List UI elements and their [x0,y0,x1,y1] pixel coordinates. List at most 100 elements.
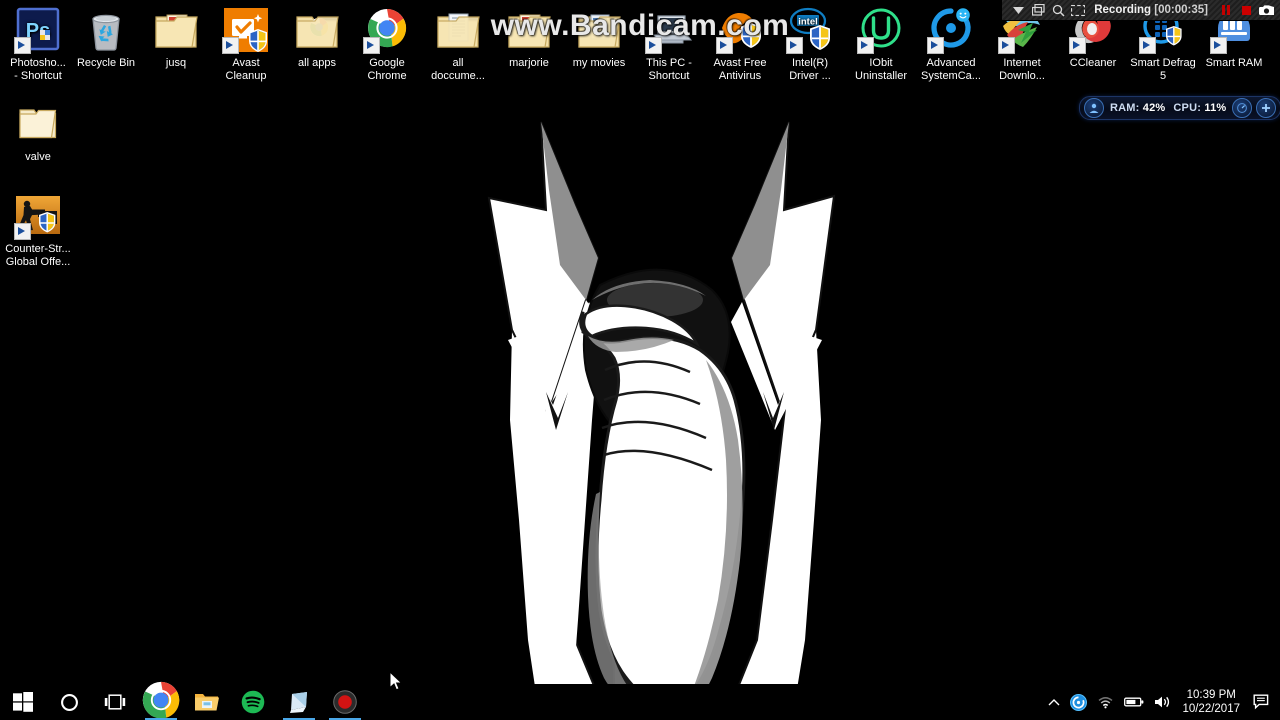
desktop-icon-photoshop-shortcut[interactable]: Ps Photosho... - Shortcut [0,6,76,83]
desktop-icon-recycle-bin[interactable]: Recycle Bin [68,6,144,70]
folder-chrome-icon [293,6,341,54]
clock-time: 10:39 PM [1186,689,1236,701]
recycle-bin-icon [82,6,130,54]
desktop-icon-label: all apps [298,57,336,69]
start-button[interactable] [0,684,46,720]
bandicam-status-text: Recording [00:00:35] [1094,4,1208,16]
chrome-icon [363,6,411,54]
desktop-icon-label: Recycle Bin [76,57,136,69]
desktop-icon-avast-free-antivirus[interactable]: Avast Free Antivirus [702,6,778,83]
cpu-label: CPU: [1173,102,1202,114]
clock-date: 10/22/2017 [1182,703,1240,715]
taskbar-spotify[interactable] [230,684,276,720]
desktop-icon-label: Advanced SystemCa... [921,57,981,82]
taskbar-pinned-items [0,681,368,720]
shortcut-arrow-icon [14,37,31,54]
csgo-icon [14,192,62,240]
folder-valve-icon [14,100,62,148]
svg-text:intel: intel [798,17,818,28]
desktop-icon-label: Photosho... - Shortcut [10,57,66,82]
shortcut-arrow-icon [1210,37,1227,54]
desktop-icon-label: Google Chrome [367,57,407,82]
taskbar-clock[interactable]: 10:39 PM 10/22/2017 [1176,688,1248,716]
taskbar-bandicam[interactable] [322,684,368,720]
cpu-usage-readout: CPU: 11% [1169,102,1230,114]
cortana-button[interactable] [46,684,92,720]
desktop-icon-label: This PC - Shortcut [646,57,692,82]
stop-button[interactable] [1236,1,1256,19]
desktop-icon-my-movies[interactable]: my movies [561,6,637,70]
wifi-icon[interactable] [1092,684,1119,720]
screen-region-icon[interactable] [1068,1,1088,19]
bandicam-recording-toolbar[interactable]: Recording [00:00:35] [1002,0,1280,21]
desktop-icon-iobit-uninstaller[interactable]: IObit Uninstaller [843,6,919,83]
shortcut-arrow-icon [786,37,803,54]
desktop-icon-label: my movies [572,57,626,69]
camera-icon[interactable] [1256,1,1276,19]
bandicam-timer: [00:00:35] [1154,4,1208,16]
desktop-icon-google-chrome[interactable]: Google Chrome [349,6,425,83]
shortcut-arrow-icon [1139,37,1156,54]
desktop-icon-label: Smart Defrag 5 [1130,57,1196,82]
shortcut-arrow-icon [222,37,239,54]
plus-icon[interactable] [1256,98,1277,118]
desktop-icon-avast-cleanup[interactable]: Avast Cleanup [208,6,284,83]
desktop-icon-label: all doccume... [431,57,485,82]
window-target-icon[interactable] [1028,1,1048,19]
speedometer-icon[interactable] [1232,98,1253,118]
tray-advanced-systemcare-icon[interactable] [1065,684,1092,720]
pause-button[interactable] [1216,1,1236,19]
cpu-value: 11% [1204,102,1227,114]
desktop-icon-label: Counter-Str... Global Offe... [5,243,71,268]
avast-cleanup-icon [222,6,270,54]
desktop-icon-label: CCleaner [1069,57,1117,69]
ram-usage-readout: RAM: 42% [1106,102,1169,114]
ram-label: RAM: [1110,102,1140,114]
photoshop-icon: Ps [14,6,62,54]
windows-taskbar: 10:39 PM 10/22/2017 [0,681,1280,720]
advanced-systemcare-icon [927,6,975,54]
tray-show-hidden-icons[interactable] [1043,684,1065,720]
shortcut-arrow-icon [363,37,380,54]
desktop-icon-label: marjorie [509,57,549,69]
desktop-icon-all-apps[interactable]: all apps [279,6,355,70]
taskbar-file-explorer[interactable] [184,684,230,720]
taskbar-chrome[interactable] [138,681,184,720]
action-center-icon[interactable] [1248,684,1276,720]
desktop-icon-label: Avast Free Antivirus [713,57,767,82]
desktop-icon-this-pc-shortcut[interactable]: This PC - Shortcut [631,6,707,83]
bandicam-status-label: Recording [1094,4,1152,16]
chevron-down-icon[interactable] [1008,1,1028,19]
search-icon[interactable] [1048,1,1068,19]
desktop-icon-all-documents[interactable]: all doccume... [420,6,496,83]
desktop-icon-jusq[interactable]: jusq [138,6,214,70]
shortcut-arrow-icon [998,37,1015,54]
folder-photos-icon [505,6,553,54]
folder-video-icon [575,6,623,54]
systemcare-monitor-icon[interactable] [1084,98,1104,118]
desktop-icon-label: Intel(R) Driver ... [789,57,831,82]
volume-icon[interactable] [1149,684,1176,720]
desktop-icon-valve[interactable]: valve [0,100,76,164]
avast-icon [716,6,764,54]
iobit-icon [857,6,905,54]
taskbar-notepad-app[interactable] [276,684,322,720]
desktop-icon-advanced-systemcare[interactable]: Advanced SystemCa... [913,6,989,83]
shortcut-arrow-icon [716,37,733,54]
desktop-icon-counter-strike-global-offensive[interactable]: Counter-Str... Global Offe... [0,192,76,269]
desktop-icon-label: IObit Uninstaller [855,57,907,82]
system-resource-widget[interactable]: RAM: 42% CPU: 11% [1079,96,1280,120]
system-tray: 10:39 PM 10/22/2017 [1043,684,1280,720]
desktop-icon-label: valve [25,151,51,163]
task-view-button[interactable] [92,684,138,720]
desktop-icon-label: Avast Cleanup [225,57,267,82]
battery-icon[interactable] [1119,684,1149,720]
desktop-icon-label: Internet Downlo... [999,57,1045,82]
ram-value: 42% [1142,102,1166,114]
desktop-icon-marjorie[interactable]: marjorie [491,6,567,70]
folder-docs-icon [434,6,482,54]
desktop-icon-label: jusq [165,57,187,69]
desktop-icon-intel-driver[interactable]: intel Intel(R) Driver ... [772,6,848,83]
intel-icon: intel [786,6,834,54]
this-pc-icon [645,6,693,54]
